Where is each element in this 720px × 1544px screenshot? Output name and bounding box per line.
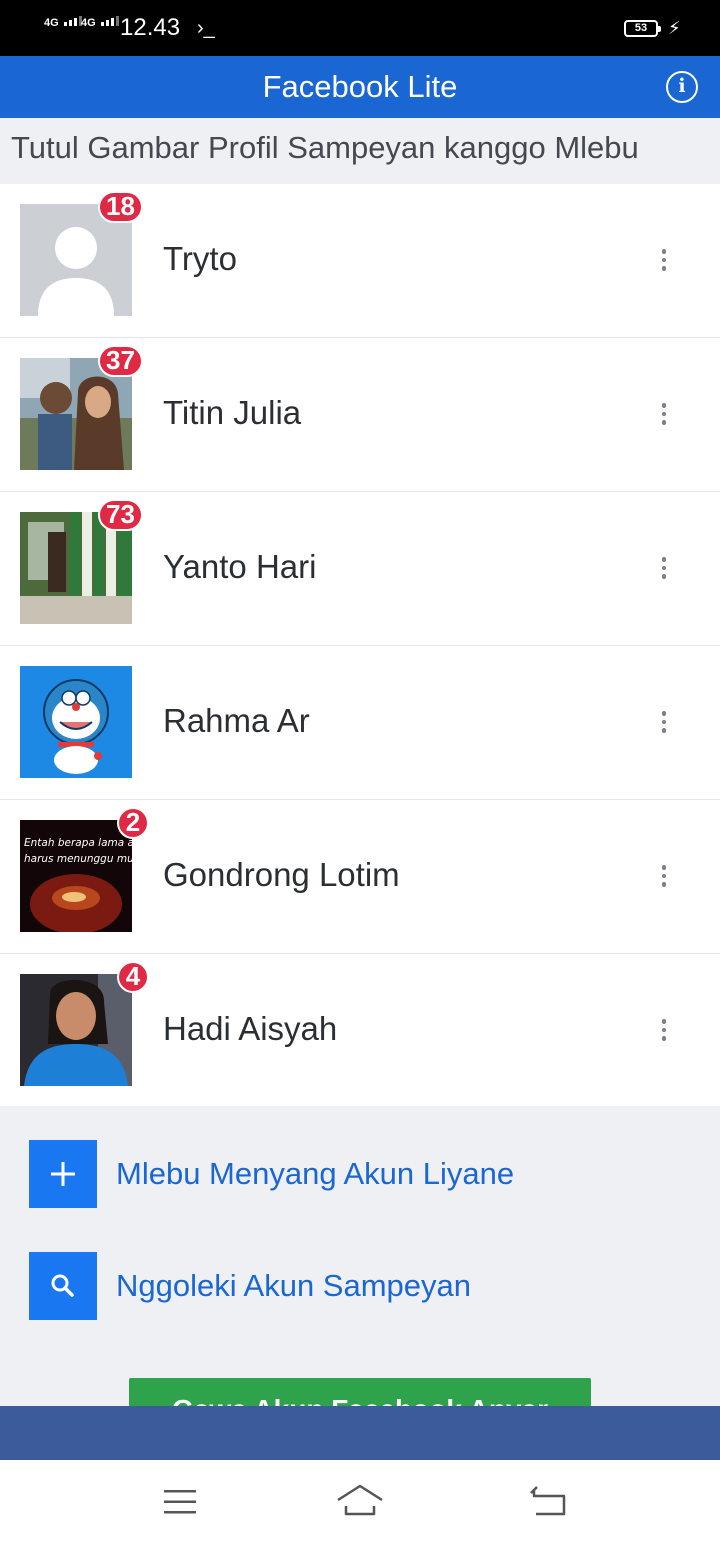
navigation-bar <box>0 1460 720 1544</box>
login-other-account-button[interactable]: Mlebu Menyang Akun Liyane <box>29 1140 689 1208</box>
account-row[interactable]: 18 Tryto <box>0 184 720 338</box>
more-vertical-icon[interactable] <box>652 710 676 734</box>
more-vertical-icon[interactable] <box>652 402 676 426</box>
account-row[interactable]: Entah berapa lama aku harus menunggu mu.… <box>0 800 720 954</box>
find-account-button[interactable]: Nggoleki Akun Sampeyan <box>29 1252 689 1320</box>
account-name[interactable]: Tryto <box>163 237 237 281</box>
account-list: 18 Tryto 37 Titin Julia 73 Yanto Hari Ra… <box>0 184 720 1106</box>
account-name[interactable]: Gondrong Lotim <box>163 853 400 897</box>
notification-badge: 18 <box>98 191 143 223</box>
network-type-1: 4G <box>44 17 59 29</box>
info-icon[interactable]: i <box>666 71 698 103</box>
create-account-button[interactable]: Gawe Akun Facebook Anyar <box>129 1378 591 1406</box>
account-row[interactable]: Rahma Ar <box>0 646 720 800</box>
status-bar: 4G 4G 12.43 ›_ 53 ⚡︎ <box>0 0 720 56</box>
back-icon[interactable] <box>522 1478 574 1526</box>
battery-icon: 53 <box>624 20 661 37</box>
account-name[interactable]: Rahma Ar <box>163 699 310 743</box>
profile-photo <box>20 666 132 778</box>
notification-badge: 4 <box>117 961 149 993</box>
account-name[interactable]: Yanto Hari <box>163 545 316 589</box>
terminal-icon: ›_ <box>197 17 215 39</box>
avatar[interactable] <box>20 666 132 778</box>
avatar[interactable]: Entah berapa lama aku harus menunggu mu.… <box>20 820 132 932</box>
menu-lines-icon[interactable] <box>154 1478 206 1526</box>
plus-icon[interactable] <box>29 1140 97 1208</box>
battery-level: 53 <box>634 22 648 34</box>
more-vertical-icon[interactable] <box>652 248 676 272</box>
account-row[interactable]: 73 Yanto Hari <box>0 492 720 646</box>
account-name[interactable]: Titin Julia <box>163 391 301 435</box>
signal-1: 4G <box>44 16 82 29</box>
account-name[interactable]: Hadi Aisyah <box>163 1007 337 1051</box>
notification-badge: 2 <box>117 807 149 839</box>
language-bar <box>0 1406 720 1460</box>
more-vertical-icon[interactable] <box>652 556 676 580</box>
notification-badge: 73 <box>98 499 143 531</box>
home-icon[interactable] <box>334 1478 386 1526</box>
profile-photo: Entah berapa lama aku harus menunggu mu.… <box>20 820 132 932</box>
search-icon[interactable] <box>29 1252 97 1320</box>
find-account-label[interactable]: Nggoleki Akun Sampeyan <box>116 1264 471 1308</box>
login-prompt: Tutul Gambar Profil Sampeyan kanggo Mleb… <box>11 130 639 165</box>
signal-bars-icon <box>100 16 119 26</box>
profile-photo <box>20 974 132 1086</box>
more-vertical-icon[interactable] <box>652 1018 676 1042</box>
avatar-caption: Entah berapa lama aku <box>24 837 132 849</box>
charging-icon: ⚡︎ <box>668 18 681 38</box>
account-row[interactable]: 4 Hadi Aisyah <box>0 954 720 1108</box>
avatar[interactable] <box>20 974 132 1086</box>
signal-2: 4G <box>81 16 119 29</box>
account-actions: Mlebu Menyang Akun Liyane Nggoleki Akun … <box>0 1106 720 1406</box>
app-title: Facebook Lite <box>262 69 458 104</box>
network-type-2: 4G <box>81 17 96 29</box>
more-vertical-icon[interactable] <box>652 864 676 888</box>
signal-bars-icon <box>63 16 82 26</box>
account-row[interactable]: 37 Titin Julia <box>0 338 720 492</box>
login-other-account-label[interactable]: Mlebu Menyang Akun Liyane <box>116 1152 514 1196</box>
avatar-caption: harus menunggu mu... <box>24 853 132 865</box>
app-bar: Facebook Lite i <box>0 56 720 118</box>
notification-badge: 37 <box>98 345 143 377</box>
clock: 12.43 <box>120 14 181 41</box>
prompt-row: Tutul Gambar Profil Sampeyan kanggo Mleb… <box>0 118 720 184</box>
